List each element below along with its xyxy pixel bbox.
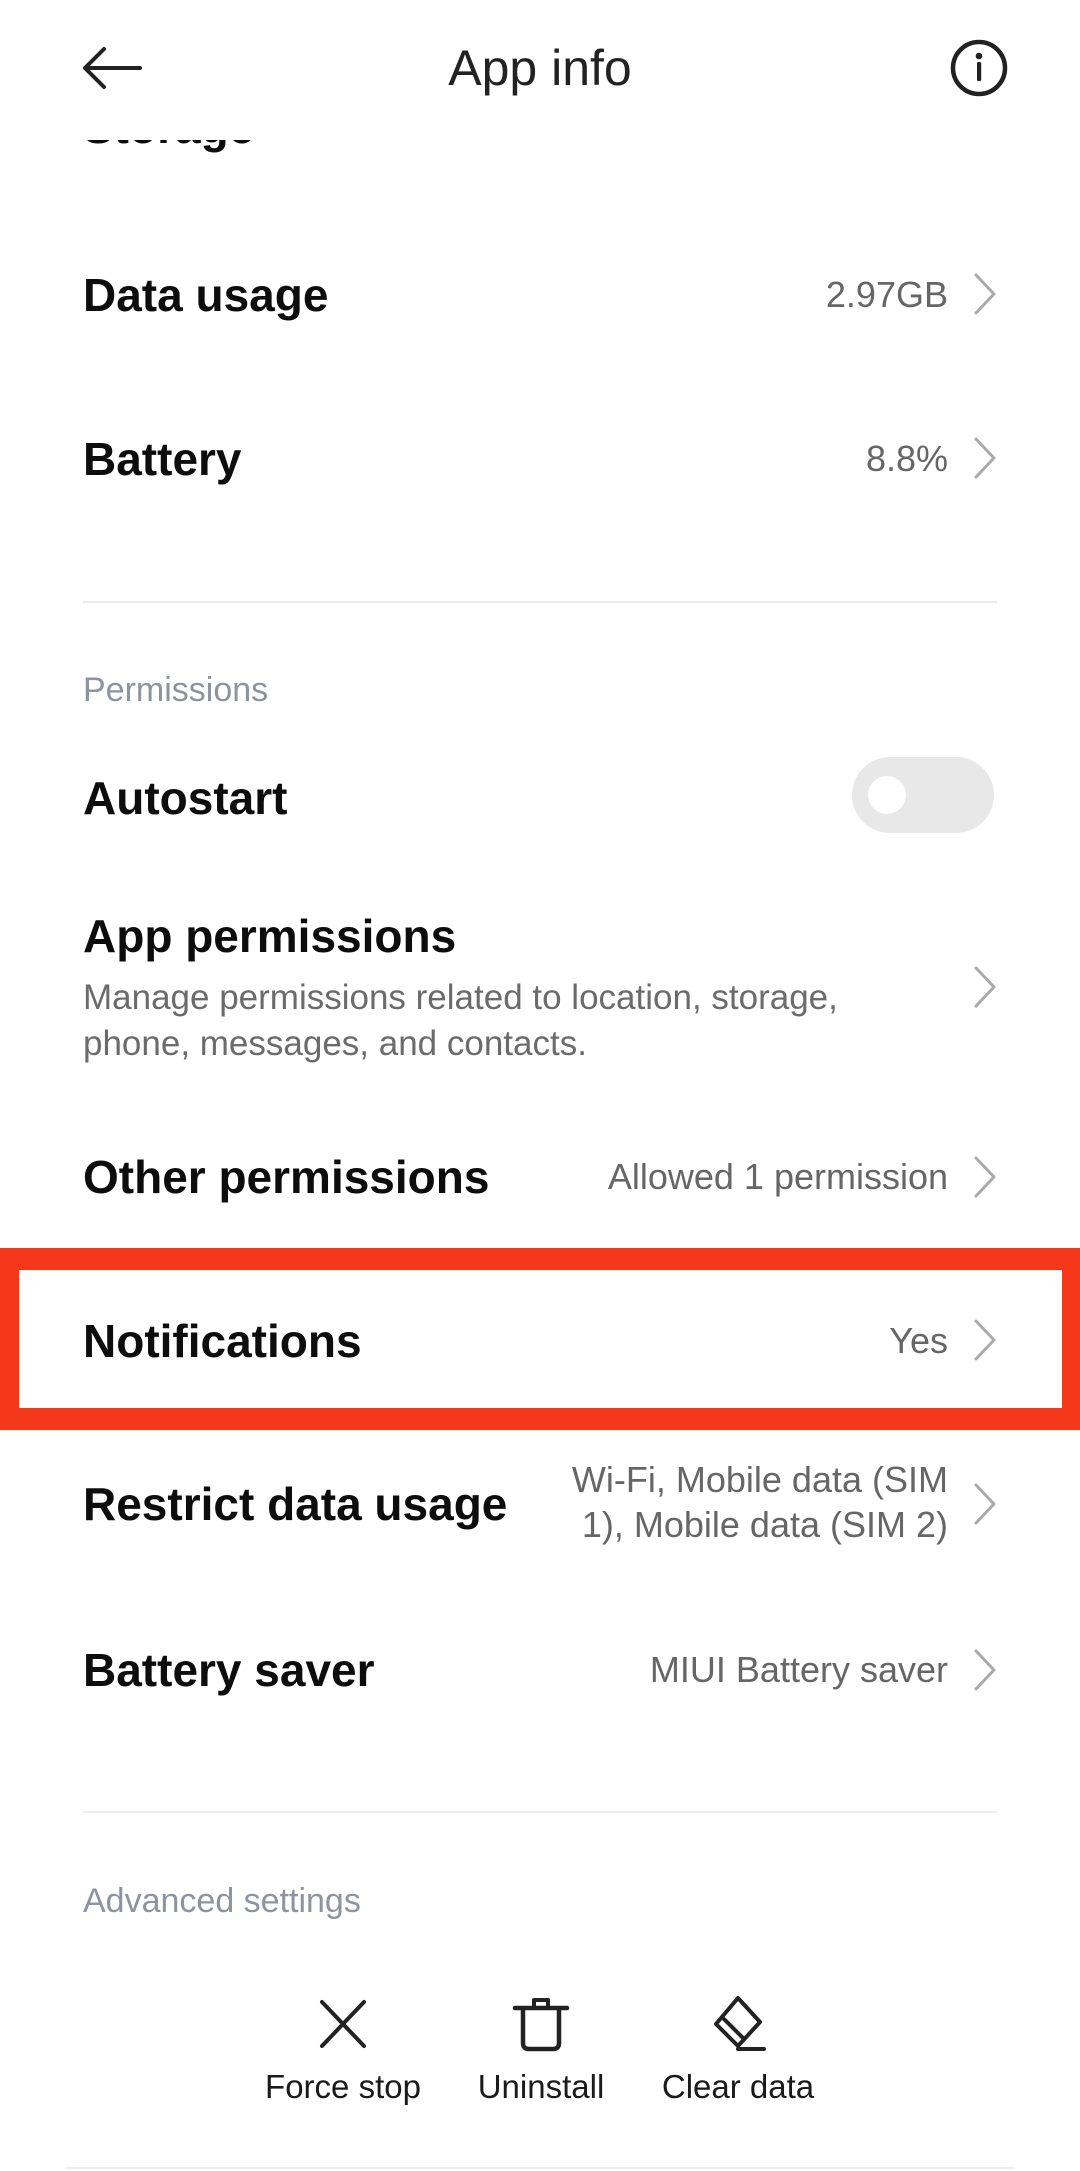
row-data-usage-title: Data usage (83, 269, 329, 321)
toggle-knob (868, 776, 906, 814)
row-app-permissions-subtitle: Manage permissions related to location, … (83, 978, 838, 1063)
chevron-right-icon (974, 1483, 996, 1525)
page-title: App info (448, 40, 632, 96)
info-button[interactable] (948, 37, 1010, 99)
row-battery-title: Battery (83, 433, 242, 485)
row-other-permissions-title: Other permissions (83, 1151, 490, 1203)
app-bar: App info (0, 0, 1080, 140)
divider (65, 2167, 1015, 2169)
force-stop-button[interactable]: Force stop (243, 1995, 443, 2107)
chevron-right-icon (974, 966, 996, 1008)
row-restrict-data-usage-title: Restrict data usage (83, 1478, 508, 1530)
row-battery-value: 8.8% (865, 438, 948, 479)
clear-data-label: Clear data (661, 2068, 815, 2105)
row-restrict-data-usage-value-line2: 1), Mobile data (SIM 2) (581, 1504, 948, 1545)
uninstall-label: Uninstall (477, 2068, 605, 2105)
chevron-right-icon (974, 1319, 996, 1361)
divider (83, 601, 997, 603)
row-data-usage-value: 2.97GB (825, 274, 948, 315)
close-x-icon (320, 2000, 366, 2048)
chevron-right-icon (974, 273, 996, 315)
trash-icon (512, 1998, 570, 2052)
section-label-permissions: Permissions (83, 671, 269, 709)
row-notifications-title: Notifications (83, 1315, 362, 1367)
row-app-permissions-title: App permissions (83, 910, 457, 962)
row-autostart-title: Autostart (83, 772, 288, 824)
chevron-right-icon (974, 437, 996, 479)
info-circle-icon (950, 39, 1008, 97)
row-other-permissions-value: Allowed 1 permission (607, 1156, 948, 1197)
chevron-right-icon (974, 1649, 996, 1691)
autostart-toggle[interactable] (852, 757, 994, 833)
clear-data-button[interactable]: Clear data (638, 1995, 838, 2107)
section-label-advanced-settings: Advanced settings (83, 1882, 361, 1920)
divider (83, 1811, 997, 1813)
row-restrict-data-usage-value-line1: Wi-Fi, Mobile data (SIM (571, 1459, 948, 1500)
uninstall-button[interactable]: Uninstall (441, 1995, 641, 2107)
row-battery-saver-value: MIUI Battery saver (649, 1649, 948, 1690)
row-battery-saver-title: Battery saver (83, 1644, 375, 1696)
force-stop-label: Force stop (265, 2068, 421, 2105)
chevron-right-icon (974, 1156, 996, 1198)
eraser-icon (714, 1996, 766, 2051)
row-notifications-value: Yes (889, 1320, 948, 1361)
